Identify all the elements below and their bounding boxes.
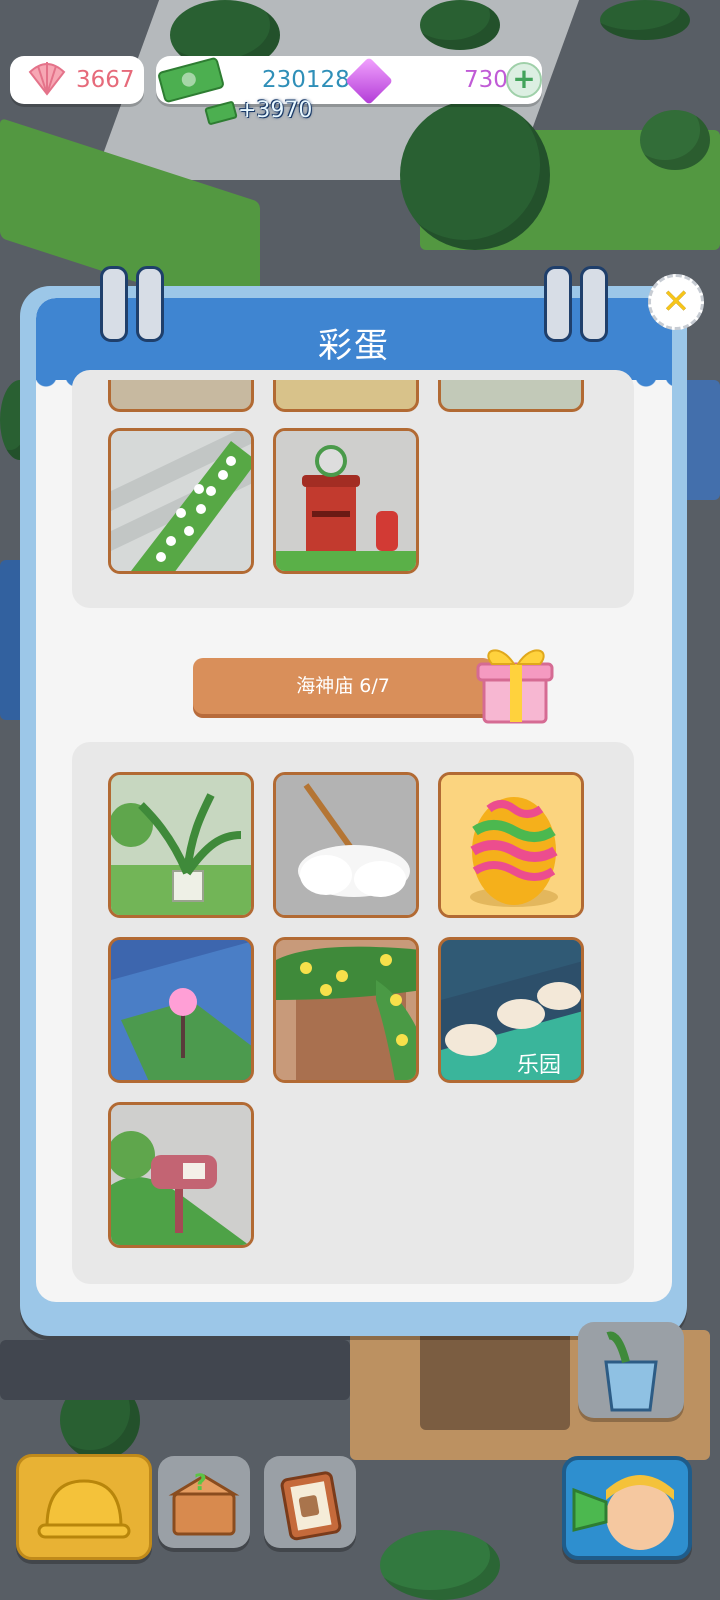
group-label: 海神庙 6/7 bbox=[296, 675, 390, 697]
binder-ring bbox=[544, 266, 572, 342]
cash-count: 230128 bbox=[262, 67, 350, 93]
build-button[interactable] bbox=[16, 1454, 152, 1560]
potted-plant-tile[interactable] bbox=[108, 772, 254, 918]
bucket-icon bbox=[604, 1331, 658, 1412]
svg-text:?: ? bbox=[194, 1471, 207, 1496]
currency-bar: 230128 730 + bbox=[156, 56, 542, 106]
svg-text:乐园: 乐园 bbox=[517, 1053, 561, 1078]
close-button[interactable]: ✕ bbox=[648, 274, 704, 330]
broom-cloud-tile[interactable] bbox=[273, 772, 419, 918]
binder-ring bbox=[136, 266, 164, 342]
bucket-button[interactable] bbox=[578, 1322, 684, 1418]
shell-icon bbox=[24, 54, 70, 100]
shell-counter: 3667 bbox=[10, 56, 144, 104]
dialog-title: 彩蛋 bbox=[318, 326, 390, 366]
clipboard-icon bbox=[280, 1471, 342, 1541]
announcer-button[interactable] bbox=[562, 1456, 692, 1560]
binder-ring bbox=[580, 266, 608, 342]
add-gems-button[interactable]: + bbox=[506, 62, 542, 98]
plus-icon: + bbox=[512, 62, 536, 95]
gift-icon[interactable] bbox=[470, 640, 558, 728]
flower-arbor-tile[interactable] bbox=[273, 937, 419, 1083]
clipboard-button[interactable] bbox=[264, 1456, 356, 1548]
easter-egg-tile[interactable] bbox=[438, 772, 584, 918]
binder-ring bbox=[100, 266, 128, 342]
post-box-tile[interactable] bbox=[273, 428, 419, 574]
shell-count: 3667 bbox=[76, 67, 135, 93]
group-header-banner: 海神庙 6/7 bbox=[193, 658, 493, 714]
collectible-tile[interactable] bbox=[273, 380, 419, 412]
gem-icon bbox=[344, 56, 394, 106]
toolbox-button[interactable]: ? bbox=[158, 1456, 250, 1548]
dialog-header: 彩蛋 bbox=[36, 298, 672, 390]
gem-count: 730 bbox=[464, 67, 508, 93]
flower-bed-tile[interactable] bbox=[108, 428, 254, 574]
income-popup: +3970 bbox=[238, 98, 313, 123]
cash-icon bbox=[156, 56, 226, 104]
megaphone-icon bbox=[572, 1475, 674, 1550]
collectible-tile[interactable] bbox=[438, 380, 584, 412]
cat-paradise-tile[interactable]: 乐园 bbox=[438, 937, 584, 1083]
mailbox-tile[interactable] bbox=[108, 1102, 254, 1248]
close-icon: ✕ bbox=[661, 282, 691, 322]
pool-lamp-tile[interactable] bbox=[108, 937, 254, 1083]
collectible-tile[interactable] bbox=[108, 380, 254, 412]
toolbox-icon: ? bbox=[168, 1471, 240, 1536]
hardhat-icon bbox=[37, 1479, 131, 1539]
